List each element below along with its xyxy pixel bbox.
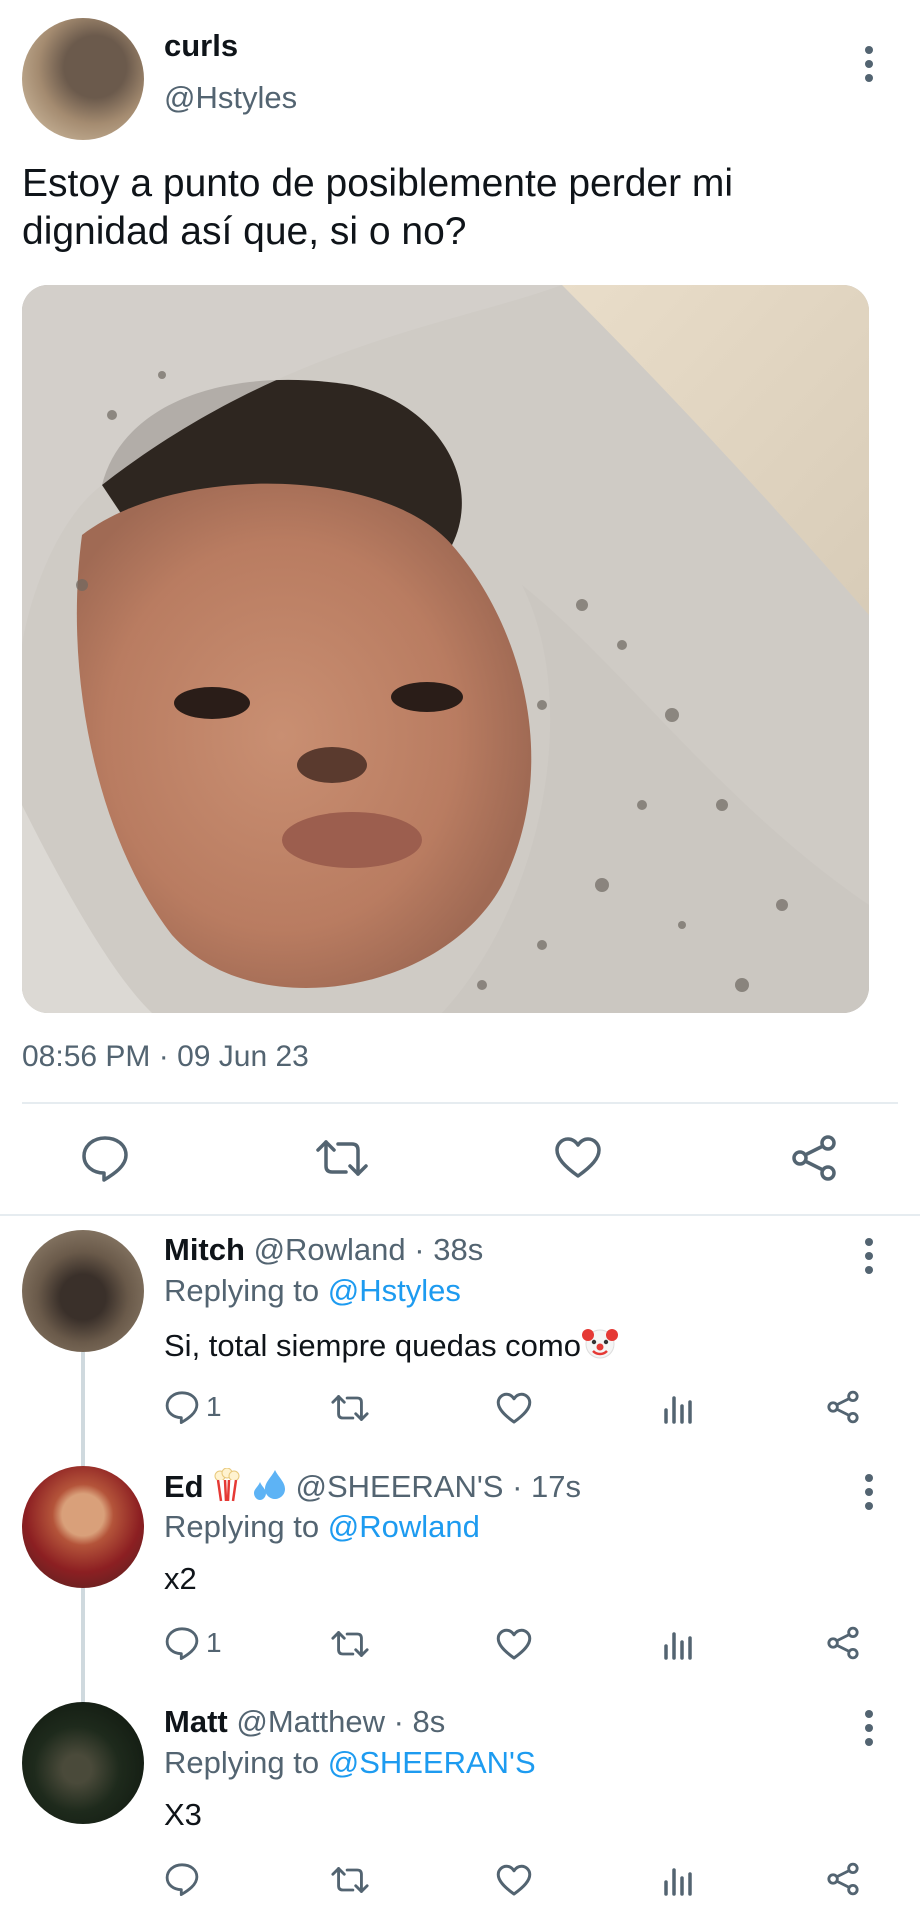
reply-icon[interactable] bbox=[80, 1134, 130, 1182]
reply-avatar[interactable] bbox=[22, 1230, 144, 1352]
like-icon[interactable] bbox=[554, 1136, 602, 1180]
analytics-icon[interactable] bbox=[662, 1392, 694, 1424]
reply-text: x2 bbox=[164, 1561, 197, 1596]
reply-more-options-icon[interactable] bbox=[862, 1474, 876, 1510]
tweet-text-line: Estoy a punto de posiblemente perder mi bbox=[22, 162, 734, 205]
reply-author-name[interactable]: Ed bbox=[164, 1469, 204, 1504]
replying-to-link[interactable]: @SHEERAN'S bbox=[328, 1745, 536, 1780]
reply-avatar[interactable] bbox=[22, 1466, 144, 1588]
reply-header: Matt @Matthew · 8s bbox=[164, 1704, 445, 1740]
reply-header: Mitch @Rowland · 38s bbox=[164, 1232, 483, 1268]
tweet-media-image[interactable] bbox=[22, 285, 869, 1013]
reply-more-options-icon[interactable] bbox=[862, 1710, 876, 1746]
replying-to-line: Replying to @SHEERAN'S bbox=[164, 1745, 536, 1781]
reply-action-reply[interactable]: 1 bbox=[164, 1626, 222, 1660]
analytics-icon[interactable] bbox=[662, 1628, 694, 1660]
baby-in-bubble-bath-photo bbox=[22, 285, 869, 1013]
replying-to-link[interactable]: @Hstyles bbox=[328, 1273, 461, 1308]
reply-icon bbox=[164, 1390, 200, 1424]
reply-header: Ed @SHEERAN'S · 17s bbox=[164, 1467, 581, 1510]
share-icon[interactable] bbox=[826, 1626, 860, 1660]
reply-author-name[interactable]: Mitch bbox=[164, 1232, 245, 1267]
replying-to-label: Replying to bbox=[164, 1745, 320, 1780]
main-tweet-divider bbox=[0, 1214, 920, 1216]
more-options-icon[interactable] bbox=[862, 46, 876, 82]
share-icon[interactable] bbox=[790, 1134, 838, 1182]
tweet-timestamp: 08:56 PM · 09 Jun 23 bbox=[22, 1040, 309, 1073]
reply-author-name[interactable]: Matt bbox=[164, 1704, 228, 1739]
replying-to-line: Replying to @Hstyles bbox=[164, 1273, 461, 1309]
share-icon[interactable] bbox=[826, 1862, 860, 1896]
reply-text: Si, total siempre quedas como bbox=[164, 1323, 619, 1369]
reply-count: 1 bbox=[206, 1391, 222, 1422]
reply-action-reply[interactable]: 1 bbox=[164, 1390, 222, 1424]
timestamp-divider bbox=[22, 1102, 898, 1104]
replying-to-label: Replying to bbox=[164, 1273, 320, 1308]
sweat-droplets-icon bbox=[251, 1468, 287, 1510]
retweet-icon[interactable] bbox=[330, 1392, 370, 1424]
analytics-icon[interactable] bbox=[662, 1864, 694, 1896]
tweet-text-line: dignidad así que, si o no? bbox=[22, 210, 467, 253]
popcorn-icon bbox=[212, 1467, 242, 1510]
clown-face-icon bbox=[581, 1323, 619, 1369]
share-icon[interactable] bbox=[826, 1390, 860, 1424]
reply-time: · 38s bbox=[414, 1232, 484, 1267]
reply-author-handle[interactable]: @SHEERAN'S bbox=[296, 1469, 504, 1504]
tweet-text: Estoy a punto de posiblemente perder mi … bbox=[22, 160, 892, 256]
like-icon[interactable] bbox=[496, 1864, 532, 1897]
like-icon[interactable] bbox=[496, 1628, 532, 1661]
reply-time: · 17s bbox=[512, 1469, 581, 1504]
replying-to-line: Replying to @Rowland bbox=[164, 1509, 480, 1545]
replying-to-link[interactable]: @Rowland bbox=[328, 1509, 480, 1544]
reply-time: · 8s bbox=[393, 1704, 446, 1739]
reply-text: X3 bbox=[164, 1797, 202, 1832]
reply-avatar[interactable] bbox=[22, 1702, 144, 1824]
reply-count: 1 bbox=[206, 1627, 222, 1658]
reply-icon bbox=[164, 1626, 200, 1660]
reply-author-handle[interactable]: @Rowland bbox=[254, 1232, 406, 1267]
reply-more-options-icon[interactable] bbox=[862, 1238, 876, 1274]
retweet-icon[interactable] bbox=[330, 1628, 370, 1660]
retweet-icon[interactable] bbox=[314, 1136, 370, 1180]
reply-author-handle[interactable]: @Matthew bbox=[236, 1704, 385, 1739]
reply-text-content: Si, total siempre quedas como bbox=[164, 1328, 581, 1363]
retweet-icon[interactable] bbox=[330, 1864, 370, 1896]
like-icon[interactable] bbox=[496, 1392, 532, 1425]
author-name[interactable]: curls bbox=[164, 28, 238, 64]
author-avatar[interactable] bbox=[22, 18, 144, 140]
reply-action-reply[interactable] bbox=[164, 1862, 206, 1896]
reply-icon bbox=[164, 1862, 200, 1896]
author-handle[interactable]: @Hstyles bbox=[164, 80, 297, 116]
replying-to-label: Replying to bbox=[164, 1509, 320, 1544]
